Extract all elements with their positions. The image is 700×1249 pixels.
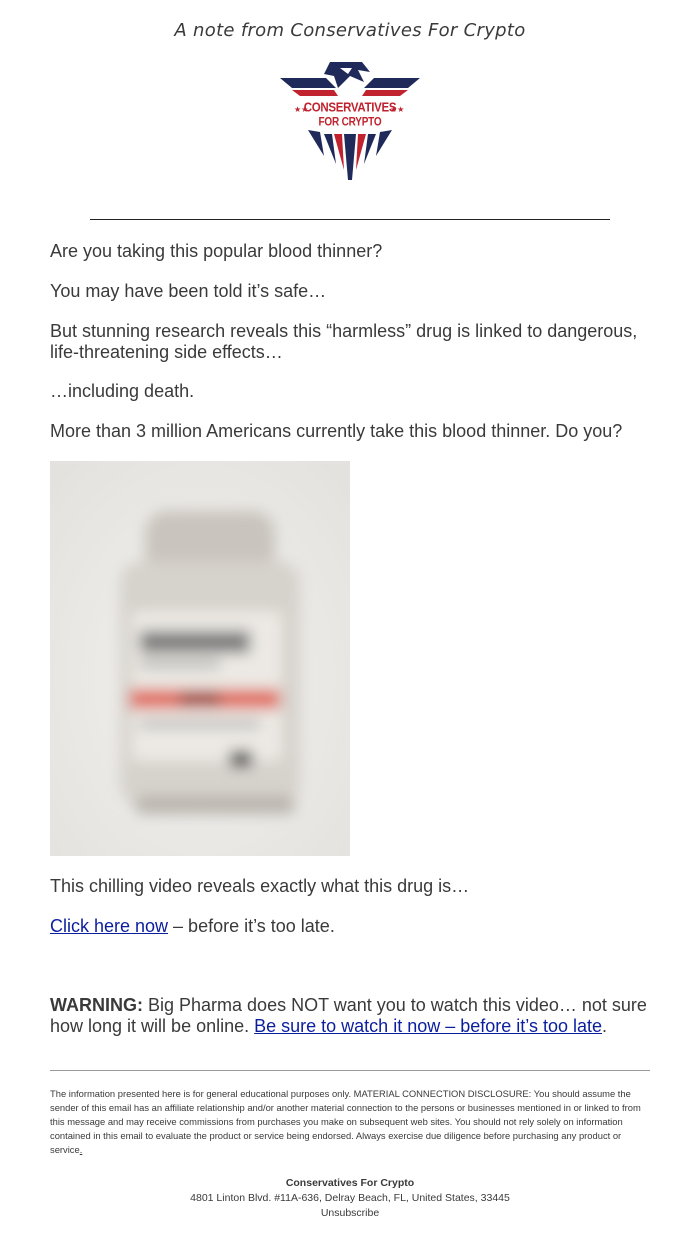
pill-bottle-image[interactable]: [50, 461, 350, 856]
footer-address: 4801 Linton Blvd. #11A-636, Delray Beach…: [190, 1192, 510, 1204]
watch-now-link[interactable]: Be sure to watch it now – before it’s to…: [254, 1016, 602, 1036]
conservatives-for-crypto-logo: ★★ ★★ CONSERVATIVES FOR CRYPTO: [278, 60, 422, 180]
header-note: A note from Conservatives For Crypto: [174, 20, 526, 41]
disclaimer-end-link[interactable]: .: [80, 1144, 83, 1155]
footer-company-name: Conservatives For Crypto: [285, 1177, 415, 1189]
disclaimer-text: The information presented here is for ge…: [50, 1088, 641, 1155]
paragraph-research: But stunning research reveals this “harm…: [50, 321, 638, 362]
footer-divider: [50, 1070, 650, 1071]
paragraph-question: Are you taking this popular blood thinne…: [50, 241, 383, 261]
cta-paragraph: Click here now – before it’s too late.: [50, 916, 650, 937]
paragraph-safe: You may have been told it’s safe…: [50, 281, 327, 301]
cta-rest-text: – before it’s too late.: [168, 916, 335, 936]
warning-end: .: [602, 1016, 608, 1036]
paragraph-video: This chilling video reveals exactly what…: [50, 876, 470, 896]
click-here-link[interactable]: Click here now: [50, 916, 168, 936]
logo-text-line2: FOR CRYPTO: [318, 116, 382, 129]
logo-text-line1: CONSERVATIVES: [303, 101, 397, 115]
header-divider: [90, 219, 610, 220]
warning-paragraph: WARNING: Big Pharma does NOT want you to…: [50, 995, 650, 1037]
unsubscribe-link[interactable]: Unsubscribe: [0, 1207, 700, 1219]
disclaimer-paragraph: The information presented here is for ge…: [50, 1087, 650, 1157]
warning-label: WARNING:: [50, 995, 143, 1015]
paragraph-millions: More than 3 million Americans currently …: [50, 421, 623, 441]
paragraph-death: …including death.: [50, 381, 195, 401]
